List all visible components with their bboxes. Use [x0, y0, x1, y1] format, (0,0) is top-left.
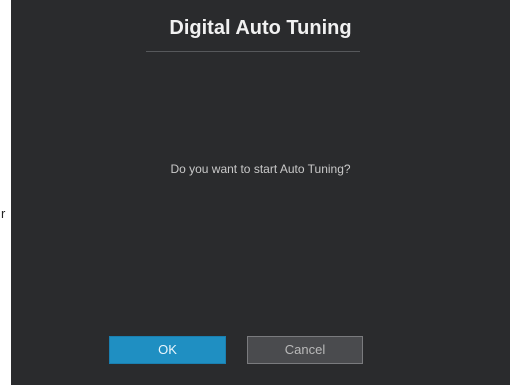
- auto-tuning-dialog: Digital Auto Tuning Do you want to start…: [11, 0, 510, 385]
- dialog-title: Digital Auto Tuning: [169, 17, 352, 39]
- cancel-button[interactable]: Cancel: [247, 336, 363, 364]
- screen: r Digital Auto Tuning Do you want to sta…: [0, 0, 511, 385]
- dialog-button-row: OK Cancel: [11, 336, 510, 364]
- dialog-message: Do you want to start Auto Tuning?: [170, 162, 351, 176]
- title-divider: [146, 51, 360, 52]
- ok-button[interactable]: OK: [109, 336, 226, 364]
- left-edge-text-fragment: r: [1, 206, 6, 221]
